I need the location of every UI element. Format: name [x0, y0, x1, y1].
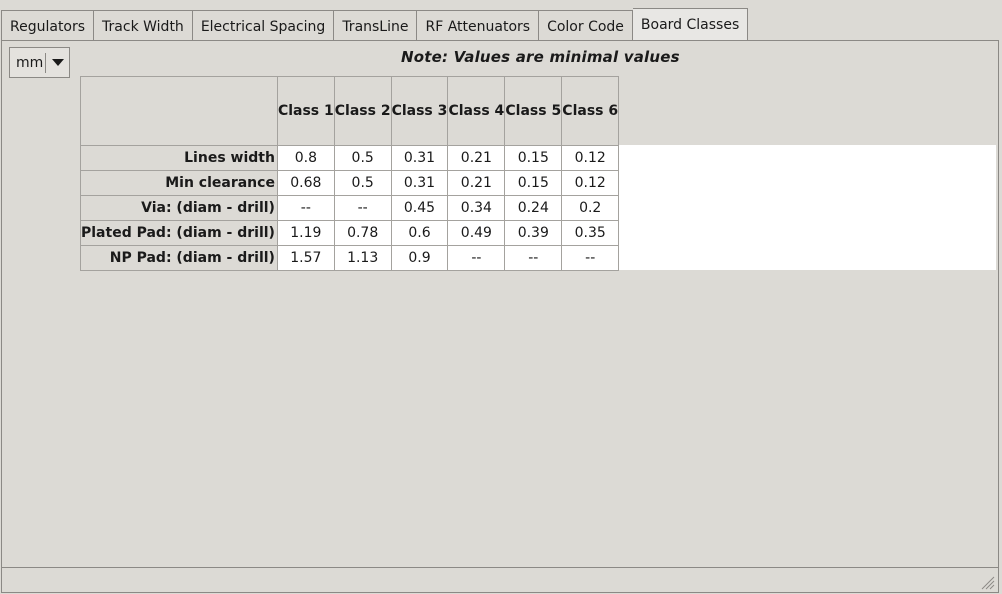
- table-cell[interactable]: 0.39: [504, 220, 563, 246]
- note-label: Note: Values are minimal values: [401, 48, 680, 66]
- table-cell[interactable]: 0.12: [561, 145, 620, 171]
- table-cell[interactable]: 0.21: [447, 170, 506, 196]
- table-cell[interactable]: 0.2: [561, 195, 620, 221]
- table-cell[interactable]: 0.31: [390, 170, 449, 196]
- table-cell[interactable]: 0.5: [333, 170, 392, 196]
- column-header[interactable]: Class 5: [504, 76, 563, 146]
- resize-grip-icon[interactable]: [979, 574, 995, 590]
- table-cell[interactable]: --: [447, 245, 506, 271]
- table-cell[interactable]: --: [276, 195, 335, 221]
- table-cell[interactable]: 0.5: [333, 145, 392, 171]
- table-row: Lines width 0.8 0.5 0.31 0.21 0.15 0.12: [80, 145, 620, 171]
- tab-rf-attenuators[interactable]: RF Attenuators: [417, 10, 540, 41]
- tab-track-width[interactable]: Track Width: [94, 10, 193, 41]
- calculator-window: Regulators Track Width Electrical Spacin…: [0, 0, 1002, 594]
- grid-corner: [80, 76, 278, 146]
- tab-regulators[interactable]: Regulators: [1, 10, 95, 41]
- column-header[interactable]: Class 3: [390, 76, 449, 146]
- board-classes-table: Class 1 Class 2 Class 3 Class 4 Class 5 …: [80, 76, 620, 271]
- table-row: Plated Pad: (diam - drill) 1.19 0.78 0.6…: [80, 220, 620, 246]
- table-cell[interactable]: 0.21: [447, 145, 506, 171]
- table-cell[interactable]: 0.49: [447, 220, 506, 246]
- table-cell[interactable]: --: [561, 245, 620, 271]
- row-header[interactable]: Min clearance: [80, 170, 278, 196]
- unit-dropdown-value: mm: [10, 52, 46, 73]
- chevron-down-icon[interactable]: [52, 59, 64, 66]
- table-cell[interactable]: 0.8: [276, 145, 335, 171]
- row-header[interactable]: Via: (diam - drill): [80, 195, 278, 221]
- status-bar: [1, 568, 999, 593]
- table-cell[interactable]: 0.9: [390, 245, 449, 271]
- column-header[interactable]: Class 2: [333, 76, 392, 146]
- table-cell[interactable]: --: [504, 245, 563, 271]
- tab-electrical-spacing[interactable]: Electrical Spacing: [192, 10, 335, 41]
- board-classes-grid: Class 1 Class 2 Class 3 Class 4 Class 5 …: [80, 76, 996, 271]
- tab-color-code[interactable]: Color Code: [539, 10, 633, 41]
- table-cell[interactable]: --: [333, 195, 392, 221]
- table-cell[interactable]: 0.35: [561, 220, 620, 246]
- table-cell[interactable]: 0.15: [504, 145, 563, 171]
- table-cell[interactable]: 0.6: [390, 220, 449, 246]
- column-header[interactable]: Class 1: [276, 76, 335, 146]
- table-row: Min clearance 0.68 0.5 0.31 0.21 0.15 0.…: [80, 170, 620, 196]
- table-header-row: Class 1 Class 2 Class 3 Class 4 Class 5 …: [80, 76, 620, 146]
- table-row: NP Pad: (diam - drill) 1.57 1.13 0.9 -- …: [80, 245, 620, 271]
- table-cell[interactable]: 0.15: [504, 170, 563, 196]
- board-classes-panel: mm Note: Values are minimal values Class…: [1, 40, 999, 568]
- column-header[interactable]: Class 6: [561, 76, 620, 146]
- tab-board-classes[interactable]: Board Classes: [632, 8, 749, 41]
- row-header[interactable]: Lines width: [80, 145, 278, 171]
- table-cell[interactable]: 1.19: [276, 220, 335, 246]
- table-cell[interactable]: 0.12: [561, 170, 620, 196]
- table-cell[interactable]: 1.57: [276, 245, 335, 271]
- tab-transline[interactable]: TransLine: [334, 10, 418, 41]
- table-cell[interactable]: 0.34: [447, 195, 506, 221]
- unit-dropdown[interactable]: mm: [9, 47, 70, 78]
- table-cell[interactable]: 0.45: [390, 195, 449, 221]
- table-cell[interactable]: 0.68: [276, 170, 335, 196]
- tab-bar: Regulators Track Width Electrical Spacin…: [1, 8, 749, 41]
- table-cell[interactable]: 1.13: [333, 245, 392, 271]
- table-cell[interactable]: 0.24: [504, 195, 563, 221]
- column-header[interactable]: Class 4: [447, 76, 506, 146]
- table-cell[interactable]: 0.31: [390, 145, 449, 171]
- table-cell[interactable]: 0.78: [333, 220, 392, 246]
- table-row: Via: (diam - drill) -- -- 0.45 0.34 0.24…: [80, 195, 620, 221]
- row-header[interactable]: NP Pad: (diam - drill): [80, 245, 278, 271]
- row-header[interactable]: Plated Pad: (diam - drill): [80, 220, 278, 246]
